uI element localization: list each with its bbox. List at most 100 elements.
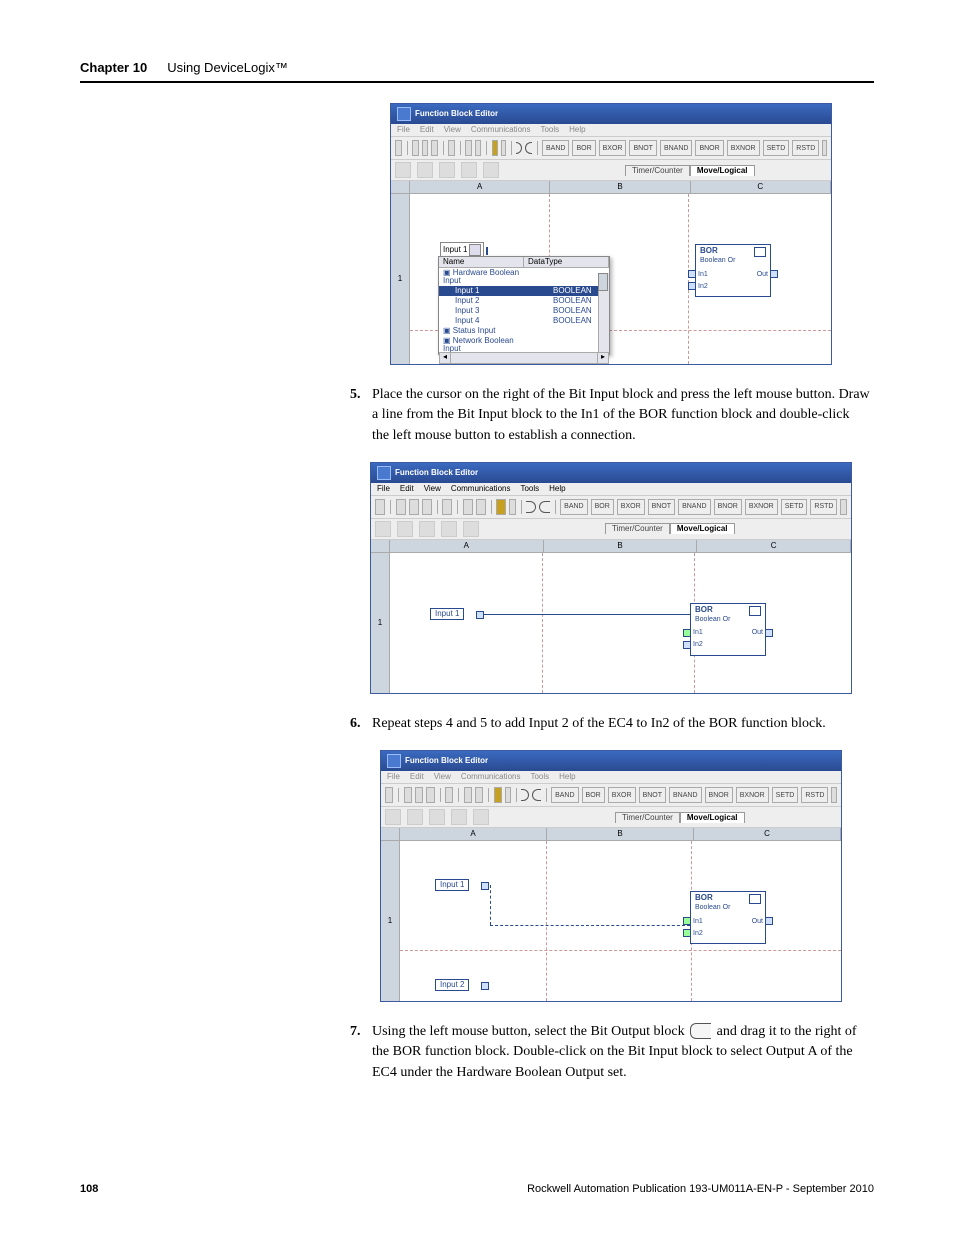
bor-in1-pin[interactable] — [683, 629, 691, 637]
logic-bnot-button[interactable]: BNOT — [639, 787, 666, 803]
tool-icon[interactable] — [419, 521, 435, 537]
lock-icon[interactable] — [492, 140, 499, 156]
bit-input-shape-icon[interactable] — [539, 501, 549, 513]
zoom-in-icon[interactable] — [463, 499, 473, 515]
menu-help[interactable]: Help — [549, 485, 565, 493]
tool-icon[interactable] — [473, 809, 489, 825]
logic-bor-button[interactable]: BOR — [591, 499, 614, 515]
bit-input-shape-icon[interactable] — [525, 142, 531, 154]
tab-timer-counter[interactable]: Timer/Counter — [625, 165, 690, 176]
logic-bnot-button[interactable]: BNOT — [648, 499, 675, 515]
lock-icon[interactable] — [494, 787, 502, 803]
logic-band-button[interactable]: BAND — [560, 499, 587, 515]
dd-group-network[interactable]: Network Boolean Input — [443, 336, 514, 353]
logic-band-button[interactable]: BAND — [542, 140, 569, 156]
logic-rstd-button[interactable]: RSTD — [792, 140, 819, 156]
zoom-out-icon[interactable] — [475, 140, 482, 156]
cut-icon[interactable] — [396, 499, 406, 515]
tool-b-icon[interactable] — [417, 162, 433, 178]
tab-move-logical[interactable]: Move/Logical — [690, 165, 755, 176]
input2-block[interactable]: Input 2 — [435, 979, 469, 991]
menu-file[interactable]: File — [397, 126, 410, 134]
nav-icon[interactable] — [509, 499, 516, 515]
copy-icon[interactable] — [409, 499, 419, 515]
bit-output-shape-icon[interactable] — [516, 142, 522, 154]
bit-output-shape-icon[interactable] — [521, 789, 529, 801]
nav-icon[interactable] — [501, 140, 506, 156]
input1-pin[interactable] — [476, 611, 484, 619]
dropdown-scrollthumb[interactable] — [598, 273, 608, 291]
bor-ellipsis-icon[interactable] — [749, 894, 761, 904]
bor-in1-pin[interactable] — [688, 270, 696, 278]
bor-out-pin[interactable] — [765, 629, 773, 637]
input2-pin[interactable] — [481, 982, 489, 990]
menu-file[interactable]: File — [377, 485, 390, 493]
tool-e-icon[interactable] — [483, 162, 499, 178]
dd-group-hwbool[interactable]: Hardware Boolean Input — [443, 268, 519, 285]
bor-ellipsis-icon[interactable] — [749, 606, 761, 616]
tool-icon[interactable] — [429, 809, 445, 825]
nav-icon[interactable] — [505, 787, 511, 803]
canvas[interactable]: 1 Input 1 Name — [391, 194, 831, 364]
tool-c-icon[interactable] — [439, 162, 455, 178]
logic-bnand-button[interactable]: BNAND — [660, 140, 693, 156]
tab-move-logical[interactable]: Move/Logical — [670, 523, 735, 534]
dd-row-input1[interactable]: Input 1 — [439, 286, 549, 296]
bor-block[interactable]: BOR Boolean Or In1 In2 Out — [690, 891, 766, 944]
paste-icon[interactable] — [431, 140, 438, 156]
dd-row-input3[interactable]: Input 3 — [439, 306, 549, 316]
menu-edit[interactable]: Edit — [420, 126, 434, 134]
bor-in2-pin[interactable] — [683, 929, 691, 937]
input1-block[interactable]: Input 1 — [430, 608, 464, 620]
dd-row-input4[interactable]: Input 4 — [439, 316, 549, 326]
zoom-out-icon[interactable] — [475, 787, 483, 803]
menu-communications[interactable]: Communications — [461, 773, 521, 781]
tab-timer-counter[interactable]: Timer/Counter — [605, 523, 670, 534]
menu-view[interactable]: View — [434, 773, 451, 781]
logic-bnor-button[interactable]: BNOR — [695, 140, 723, 156]
bor-out-pin[interactable] — [765, 917, 773, 925]
zoom-in-icon[interactable] — [465, 140, 472, 156]
logic-bnor-button[interactable]: BNOR — [714, 499, 742, 515]
dd-row-input2[interactable]: Input 2 — [439, 296, 549, 306]
tool-icon[interactable] — [451, 809, 467, 825]
input1-pin[interactable] — [481, 882, 489, 890]
cut-icon[interactable] — [404, 787, 412, 803]
bor-in2-pin[interactable] — [683, 641, 691, 649]
bor-in2-pin[interactable] — [688, 282, 696, 290]
logic-bxnor-button[interactable]: BXNOR — [736, 787, 769, 803]
logic-rstd-button[interactable]: RSTD — [801, 787, 828, 803]
pin-out[interactable] — [486, 247, 488, 255]
nav-right-icon[interactable] — [822, 140, 827, 156]
zoom-out-icon[interactable] — [476, 499, 486, 515]
bit-output-shape-icon[interactable] — [526, 501, 536, 513]
logic-bxor-button[interactable]: BXOR — [608, 787, 636, 803]
logic-bnand-button[interactable]: BNAND — [678, 499, 711, 515]
open-icon[interactable] — [445, 787, 453, 803]
logic-bxnor-button[interactable]: BXNOR — [727, 140, 760, 156]
tool-icon[interactable] — [441, 521, 457, 537]
tool-a-icon[interactable] — [395, 162, 411, 178]
logic-bxnor-button[interactable]: BXNOR — [745, 499, 778, 515]
bor-in1-pin[interactable] — [683, 917, 691, 925]
tool-icon[interactable] — [397, 521, 413, 537]
menu-tools[interactable]: Tools — [520, 485, 539, 493]
lock-icon[interactable] — [496, 499, 506, 515]
logic-setd-button[interactable]: SETD — [781, 499, 808, 515]
input-combo[interactable]: Input 1 — [443, 246, 467, 254]
tool-icon[interactable] — [375, 521, 391, 537]
menu-communications[interactable]: Communications — [471, 126, 531, 134]
input-dropdown[interactable]: Name DataType ▣ Hardware Boolean Input I… — [438, 256, 610, 355]
input1-block[interactable]: Input 1 — [435, 879, 469, 891]
print-icon[interactable] — [395, 140, 402, 156]
menu-file[interactable]: File — [387, 773, 400, 781]
dd-group-status[interactable]: Status Input — [453, 326, 496, 335]
bor-block[interactable]: BOR Boolean Or In1 In2 Out — [695, 244, 771, 297]
open-icon[interactable] — [442, 499, 452, 515]
menu-tools[interactable]: Tools — [530, 773, 549, 781]
copy-icon[interactable] — [415, 787, 423, 803]
menu-help[interactable]: Help — [559, 773, 575, 781]
bor-block[interactable]: BOR Boolean Or In1 In2 Out — [690, 603, 766, 656]
tool-icon[interactable] — [463, 521, 479, 537]
print-icon[interactable] — [385, 787, 393, 803]
